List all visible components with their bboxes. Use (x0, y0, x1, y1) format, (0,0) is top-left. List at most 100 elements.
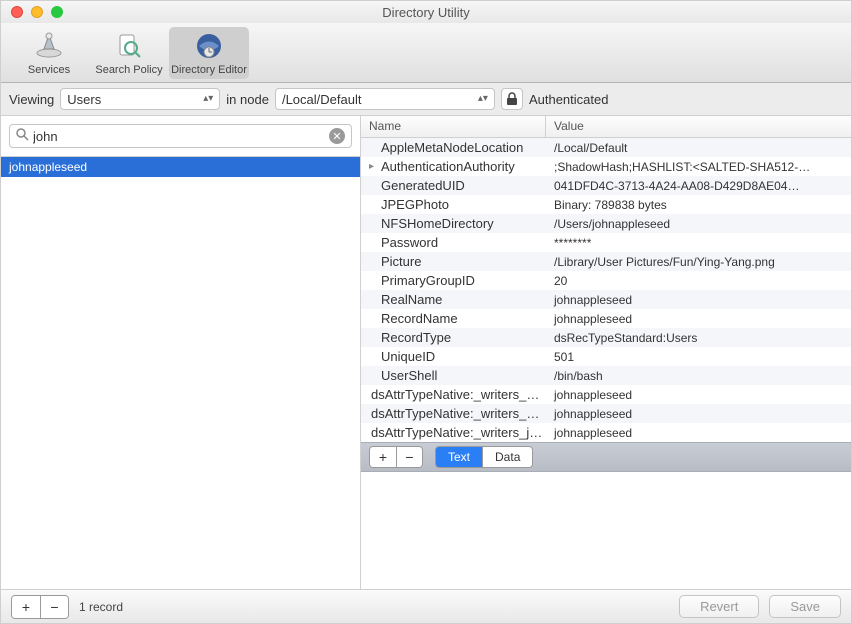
attributes-header: Name Value (361, 116, 851, 138)
attribute-value: johnappleseed (546, 426, 851, 440)
attribute-name: UniqueID (361, 349, 546, 364)
column-name-header[interactable]: Name (361, 116, 546, 137)
bottom-bar: + − 1 record Revert Save (1, 589, 851, 623)
attribute-name: RecordType (361, 330, 546, 345)
attribute-value: johnappleseed (546, 293, 851, 307)
viewing-label: Viewing (9, 92, 54, 107)
toolbar-services-label: Services (28, 64, 70, 76)
attribute-row[interactable]: dsAttrTypeNative:_writers_j…johnapplesee… (361, 423, 851, 442)
clear-search-button[interactable]: ✕ (329, 128, 345, 144)
column-value-header[interactable]: Value (546, 116, 851, 137)
view-mode-text[interactable]: Text (436, 447, 482, 467)
lock-icon (506, 92, 518, 106)
attr-add-remove: + − (369, 446, 423, 468)
toolbar-directory-editor[interactable]: Directory Editor (169, 27, 249, 79)
search-field[interactable]: ✕ (9, 124, 352, 148)
attribute-name: GeneratedUID (361, 178, 546, 193)
node-select[interactable]: /Local/Default ▴▾ (275, 88, 495, 110)
in-node-label: in node (226, 92, 269, 107)
record-row[interactable]: johnappleseed (1, 157, 360, 177)
attribute-row[interactable]: UniqueID501 (361, 347, 851, 366)
view-mode-segment: Text Data (435, 446, 533, 468)
titlebar: Directory Utility (1, 1, 851, 23)
attribute-value: /Local/Default (546, 141, 851, 155)
attribute-name: dsAttrTypeNative:_writers_… (361, 387, 546, 402)
attribute-name: NFSHomeDirectory (361, 216, 546, 231)
chevron-updown-icon: ▴▾ (478, 94, 488, 104)
attribute-row[interactable]: UserShell/bin/bash (361, 366, 851, 385)
attribute-value: Binary: 789838 bytes (546, 198, 851, 212)
disclosure-icon[interactable]: ▸ (369, 161, 379, 172)
toolbar: Services Search Policy Directory Editor (1, 23, 851, 83)
attribute-name: JPEGPhoto (361, 197, 546, 212)
attribute-value: ;ShadowHash;HASHLIST:<SALTED-SHA512-… (546, 160, 851, 174)
remove-record-button[interactable]: − (40, 596, 68, 618)
search-wrap: ✕ (1, 116, 360, 157)
records-pane: ✕ johnappleseed (1, 116, 361, 589)
save-button[interactable]: Save (769, 595, 841, 618)
toolbar-search-policy[interactable]: Search Policy (89, 27, 169, 79)
lock-button[interactable] (501, 88, 523, 110)
attribute-value: dsRecTypeStandard:Users (546, 331, 851, 345)
attribute-value: ******** (546, 236, 851, 250)
attribute-value: 501 (546, 350, 851, 364)
attribute-value: johnappleseed (546, 388, 851, 402)
search-input[interactable] (33, 129, 329, 144)
attribute-row[interactable]: RealNamejohnappleseed (361, 290, 851, 309)
attribute-row[interactable]: Password******** (361, 233, 851, 252)
add-record-button[interactable]: + (12, 596, 40, 618)
attribute-row[interactable]: RecordTypedsRecTypeStandard:Users (361, 328, 851, 347)
attribute-row[interactable]: JPEGPhotoBinary: 789838 bytes (361, 195, 851, 214)
attributes-empty-area (361, 472, 851, 589)
attribute-name: UserShell (361, 368, 546, 383)
attribute-row[interactable]: dsAttrTypeNative:_writers_…johnappleseed (361, 385, 851, 404)
toolbar-search-policy-label: Search Policy (95, 64, 162, 76)
directory-editor-icon (194, 30, 224, 62)
attribute-row[interactable]: NFSHomeDirectory/Users/johnappleseed (361, 214, 851, 233)
attribute-name: AppleMetaNodeLocation (361, 140, 546, 155)
attribute-name: PrimaryGroupID (361, 273, 546, 288)
attribute-name: RecordName (361, 311, 546, 326)
records-list[interactable]: johnappleseed (1, 157, 360, 589)
viewing-value: Users (67, 92, 101, 107)
main-split: ✕ johnappleseed Name Value AppleMetaNode… (1, 115, 851, 589)
view-mode-data[interactable]: Data (482, 447, 532, 467)
attribute-value: johnappleseed (546, 407, 851, 421)
attribute-name: Password (361, 235, 546, 250)
attribute-name: dsAttrTypeNative:_writers_… (361, 406, 546, 421)
toolbar-services[interactable]: Services (9, 27, 89, 79)
filter-bar: Viewing Users ▴▾ in node /Local/Default … (1, 83, 851, 115)
chevron-updown-icon: ▴▾ (203, 94, 213, 104)
attributes-table[interactable]: AppleMetaNodeLocation/Local/Default▸Auth… (361, 138, 851, 442)
attributes-toolbar: + − Text Data (361, 442, 851, 472)
attribute-name: dsAttrTypeNative:_writers_j… (361, 425, 546, 440)
revert-button[interactable]: Revert (679, 595, 759, 618)
attribute-row[interactable]: ▸AuthenticationAuthority;ShadowHash;HASH… (361, 157, 851, 176)
attribute-name: Picture (361, 254, 546, 269)
attribute-row[interactable]: RecordNamejohnappleseed (361, 309, 851, 328)
search-policy-icon (114, 30, 144, 62)
attribute-row[interactable]: dsAttrTypeNative:_writers_…johnappleseed (361, 404, 851, 423)
attribute-value: 20 (546, 274, 851, 288)
attributes-pane: Name Value AppleMetaNodeLocation/Local/D… (361, 116, 851, 589)
add-attribute-button[interactable]: + (370, 447, 396, 467)
attribute-name: ▸AuthenticationAuthority (361, 159, 546, 174)
attribute-row[interactable]: PrimaryGroupID20 (361, 271, 851, 290)
attribute-value: johnappleseed (546, 312, 851, 326)
attribute-row[interactable]: Picture/Library/User Pictures/Fun/Ying-Y… (361, 252, 851, 271)
attribute-value: /Users/johnappleseed (546, 217, 851, 231)
viewing-select[interactable]: Users ▴▾ (60, 88, 220, 110)
attribute-value: 041DFD4C-3713-4A24-AA08-D429D8AE04… (546, 179, 851, 193)
node-value: /Local/Default (282, 92, 362, 107)
auth-status: Authenticated (529, 92, 609, 107)
attribute-value: /Library/User Pictures/Fun/Ying-Yang.png (546, 255, 851, 269)
attribute-value: /bin/bash (546, 369, 851, 383)
record-add-remove: + − (11, 595, 69, 619)
toolbar-directory-editor-label: Directory Editor (171, 64, 247, 76)
attribute-row[interactable]: AppleMetaNodeLocation/Local/Default (361, 138, 851, 157)
attribute-name: RealName (361, 292, 546, 307)
record-count: 1 record (79, 600, 123, 614)
attribute-row[interactable]: GeneratedUID041DFD4C-3713-4A24-AA08-D429… (361, 176, 851, 195)
remove-attribute-button[interactable]: − (396, 447, 422, 467)
services-icon (34, 30, 64, 62)
